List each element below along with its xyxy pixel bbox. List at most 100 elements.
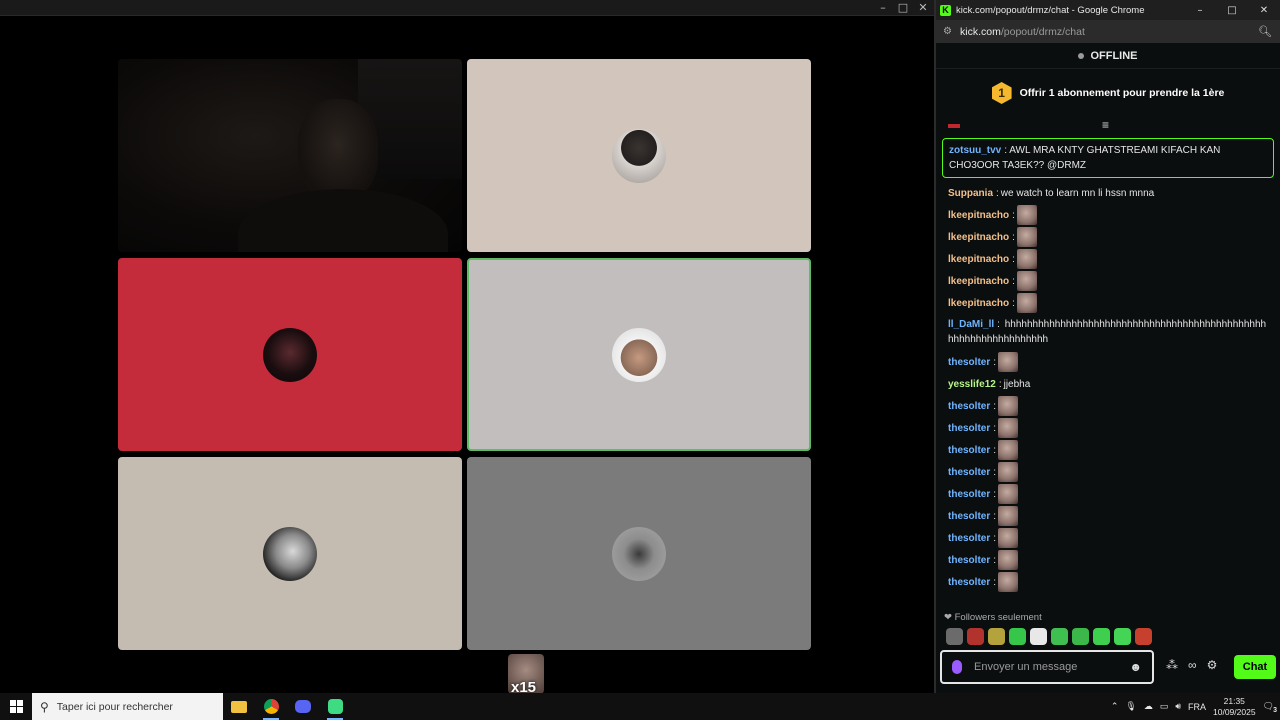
avatar: [263, 526, 317, 581]
quick-emote-bar: [946, 628, 1152, 645]
mic-icon[interactable]: [952, 660, 962, 674]
username[interactable]: Suppania: [948, 186, 993, 201]
tile-user-6[interactable]: [467, 457, 811, 650]
clock[interactable]: 21:35 10/09/2025: [1213, 696, 1256, 718]
address-bar[interactable]: ⚙ kick.com/popout/drmz/chat 🔍︎: [936, 20, 1280, 43]
infinity-icon[interactable]: ∞: [1188, 658, 1197, 672]
quick-emote-icon[interactable]: [1114, 628, 1131, 645]
quick-emote-icon[interactable]: [1009, 628, 1026, 645]
emote-icon[interactable]: [1016, 293, 1037, 313]
maximize-icon[interactable]: □: [896, 1, 910, 14]
settings-gear-icon[interactable]: ⚙: [1207, 658, 1218, 672]
emote-icon[interactable]: [998, 506, 1019, 526]
close-icon[interactable]: ✕: [916, 1, 930, 14]
chat-message: thesolter:: [942, 439, 1274, 461]
message-input[interactable]: Envoyer un message ☻: [940, 650, 1154, 684]
tile-user-5[interactable]: [118, 457, 462, 650]
emote-icon[interactable]: [1016, 205, 1037, 225]
mic-tray-icon[interactable]: 🎙︎: [1125, 701, 1136, 712]
discord-icon[interactable]: [287, 693, 319, 720]
username[interactable]: thesolter: [948, 421, 990, 436]
chrome-icon[interactable]: [255, 693, 287, 720]
emoji-picker-icon[interactable]: ☻: [1129, 660, 1142, 674]
emote-icon[interactable]: [998, 440, 1019, 460]
chat-message: Suppania: we watch to learn mn li hssn m…: [948, 186, 1155, 201]
points-icon[interactable]: ⁂: [1166, 658, 1178, 672]
notification-icon[interactable]: 🗨︎ 3: [1263, 701, 1277, 714]
emote-icon[interactable]: [1016, 249, 1037, 269]
minimize-icon[interactable]: –: [876, 1, 890, 14]
chat-message: thesolter:: [942, 461, 1274, 483]
stream-status: OFFLINE: [936, 43, 1280, 69]
username[interactable]: thesolter: [948, 399, 990, 414]
network-icon[interactable]: ▭: [1160, 701, 1169, 712]
emote-icon[interactable]: [998, 418, 1019, 438]
emote-icon[interactable]: [998, 484, 1019, 504]
username[interactable]: thesolter: [948, 531, 990, 546]
app-icon[interactable]: [319, 693, 351, 720]
site-settings-icon[interactable]: ⚙: [943, 26, 952, 37]
maximize-icon[interactable]: □: [1216, 5, 1248, 16]
close-icon[interactable]: ✕: [1248, 5, 1280, 16]
tile-user-2[interactable]: [467, 59, 811, 252]
language-indicator[interactable]: FRA: [1188, 702, 1206, 712]
input-placeholder: Envoyer un message: [974, 661, 1078, 673]
username[interactable]: yesslife12: [948, 377, 996, 392]
chat-message: lkeepitnacho:: [942, 248, 1274, 270]
emote-icon[interactable]: [998, 462, 1019, 482]
followers-only-notice: ❤ Followers seulement: [944, 612, 1042, 623]
tile-user-3[interactable]: [118, 258, 462, 451]
send-chat-button[interactable]: Chat: [1234, 655, 1276, 679]
start-button[interactable]: [0, 693, 32, 720]
quick-emote-icon[interactable]: [1135, 628, 1152, 645]
url-path: /popout/drmz/chat: [1000, 25, 1085, 38]
zoom-icon[interactable]: 🔍︎: [1258, 25, 1272, 38]
emote-icon[interactable]: [998, 550, 1019, 570]
username[interactable]: thesolter: [948, 509, 990, 524]
username[interactable]: thesolter: [948, 355, 990, 370]
file-explorer-icon[interactable]: [223, 693, 255, 720]
minimize-icon[interactable]: –: [1184, 5, 1216, 16]
username[interactable]: lkeepitnacho: [948, 296, 1009, 311]
webcam-person-head: [298, 99, 378, 199]
username[interactable]: lkeepitnacho: [948, 252, 1009, 267]
username[interactable]: thesolter: [948, 465, 990, 480]
avatar: [612, 327, 666, 382]
chevron-up-icon[interactable]: ⌃: [1111, 701, 1119, 712]
emote-icon[interactable]: [1016, 227, 1037, 247]
username[interactable]: ll_DaMi_ll: [948, 319, 994, 330]
emote-icon[interactable]: [998, 572, 1019, 592]
taskbar-search[interactable]: ⚲ Taper ici pour rechercher: [32, 693, 223, 720]
quick-emote-icon[interactable]: [946, 628, 963, 645]
username[interactable]: thesolter: [948, 443, 990, 458]
emote-icon[interactable]: [1016, 271, 1037, 291]
gift-sub-banner[interactable]: 1 Offrir 1 abonnement pour prendre la 1è…: [936, 69, 1280, 117]
emote-icon[interactable]: [998, 352, 1019, 372]
call-titlebar: – □ ✕: [0, 0, 934, 16]
quick-emote-icon[interactable]: [1093, 628, 1110, 645]
quick-emote-icon[interactable]: [1051, 628, 1068, 645]
chat-messages[interactable]: zotsuu_tvv: AWL MRA KNTY GHATSTREAMI KIF…: [936, 124, 1280, 604]
username[interactable]: lkeepitnacho: [948, 274, 1009, 289]
quick-emote-icon[interactable]: [1030, 628, 1047, 645]
emote-icon[interactable]: [998, 396, 1019, 416]
cloud-icon[interactable]: ☁: [1144, 701, 1153, 712]
username[interactable]: zotsuu_tvv: [949, 145, 1001, 156]
username[interactable]: lkeepitnacho: [948, 230, 1009, 245]
heart-icon: ❤: [944, 612, 952, 623]
chat-message: thesolter:: [942, 483, 1274, 505]
tile-camera[interactable]: [118, 59, 462, 252]
username[interactable]: thesolter: [948, 487, 990, 502]
username[interactable]: lkeepitnacho: [948, 208, 1009, 223]
participant-overflow-badge[interactable]: x15: [508, 654, 544, 696]
quick-emote-icon[interactable]: [1072, 628, 1089, 645]
system-tray: ⌃ 🎙︎ ☁ ▭ 🔊︎ FRA 21:35 10/09/2025 🗨︎ 3: [1111, 696, 1280, 718]
tile-user-4[interactable]: [467, 258, 811, 451]
emote-icon[interactable]: [998, 528, 1019, 548]
volume-icon[interactable]: 🔊︎: [1175, 701, 1181, 712]
message-list: Suppania: we watch to learn mn li hssn m…: [942, 182, 1274, 593]
username[interactable]: thesolter: [948, 575, 990, 590]
username[interactable]: thesolter: [948, 553, 990, 568]
quick-emote-icon[interactable]: [988, 628, 1005, 645]
quick-emote-icon[interactable]: [967, 628, 984, 645]
